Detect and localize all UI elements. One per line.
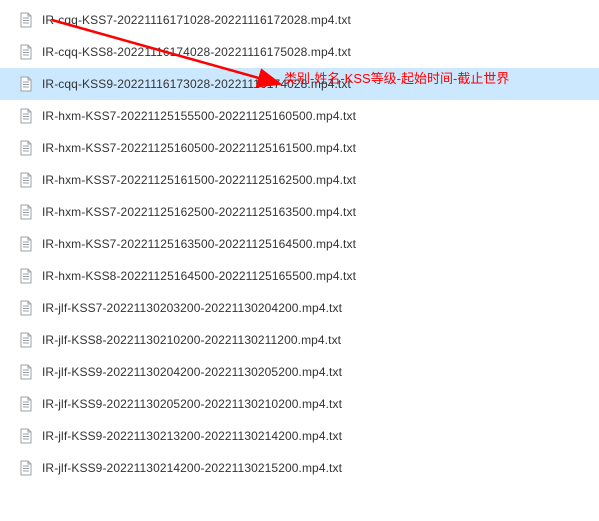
file-name: IR-jlf-KSS9-20221130213200-2022113021420… — [42, 429, 342, 443]
file-row[interactable]: IR-hxm-KSS7-20221125163500-2022112516450… — [0, 228, 599, 260]
file-name: IR-jlf-KSS9-20221130204200-2022113020520… — [42, 365, 342, 379]
text-file-icon — [18, 108, 34, 124]
text-file-icon — [18, 172, 34, 188]
file-name: IR-jlf-KSS9-20221130214200-2022113021520… — [42, 461, 342, 475]
file-name: IR-hxm-KSS7-20221125161500-2022112516250… — [42, 173, 356, 187]
file-row[interactable]: IR-jlf-KSS8-20221130210200-2022113021120… — [0, 324, 599, 356]
text-file-icon — [18, 364, 34, 380]
file-row[interactable]: IR-hxm-KSS7-20221125162500-2022112516350… — [0, 196, 599, 228]
text-file-icon — [18, 140, 34, 156]
text-file-icon — [18, 204, 34, 220]
file-name: IR-cqq-KSS9-20221116173028-2022111617402… — [42, 77, 351, 91]
file-name: IR-hxm-KSS7-20221125160500-2022112516150… — [42, 141, 356, 155]
file-name: IR-hxm-KSS7-20221125163500-2022112516450… — [42, 237, 356, 251]
file-row[interactable]: IR-cqq-KSS7-20221116171028-2022111617202… — [0, 4, 599, 36]
file-name: IR-jlf-KSS7-20221130203200-2022113020420… — [42, 301, 342, 315]
text-file-icon — [18, 44, 34, 60]
file-row[interactable]: IR-hxm-KSS7-20221125160500-2022112516150… — [0, 132, 599, 164]
text-file-icon — [18, 76, 34, 92]
file-row[interactable]: IR-jlf-KSS9-20221130204200-2022113020520… — [0, 356, 599, 388]
file-list: IR-cqq-KSS7-20221116171028-2022111617202… — [0, 0, 599, 484]
file-name: IR-cqq-KSS8-20221116174028-2022111617502… — [42, 45, 351, 59]
text-file-icon — [18, 332, 34, 348]
file-row[interactable]: IR-hxm-KSS8-20221125164500-2022112516550… — [0, 260, 599, 292]
file-name: IR-hxm-KSS8-20221125164500-2022112516550… — [42, 269, 356, 283]
file-name: IR-hxm-KSS7-20221125155500-2022112516050… — [42, 109, 356, 123]
file-name: IR-cqq-KSS7-20221116171028-2022111617202… — [42, 13, 351, 27]
file-row[interactable]: IR-jlf-KSS9-20221130214200-2022113021520… — [0, 452, 599, 484]
file-row[interactable]: IR-hxm-KSS7-20221125161500-2022112516250… — [0, 164, 599, 196]
text-file-icon — [18, 396, 34, 412]
file-row[interactable]: IR-hxm-KSS7-20221125155500-2022112516050… — [0, 100, 599, 132]
file-name: IR-jlf-KSS9-20221130205200-2022113021020… — [42, 397, 342, 411]
text-file-icon — [18, 300, 34, 316]
text-file-icon — [18, 236, 34, 252]
text-file-icon — [18, 428, 34, 444]
file-row[interactable]: IR-jlf-KSS9-20221130213200-2022113021420… — [0, 420, 599, 452]
file-row[interactable]: IR-cqq-KSS9-20221116173028-2022111617402… — [0, 68, 599, 100]
file-name: IR-hxm-KSS7-20221125162500-2022112516350… — [42, 205, 356, 219]
file-row[interactable]: IR-jlf-KSS7-20221130203200-2022113020420… — [0, 292, 599, 324]
file-name: IR-jlf-KSS8-20221130210200-2022113021120… — [42, 333, 341, 347]
text-file-icon — [18, 460, 34, 476]
file-row[interactable]: IR-cqq-KSS8-20221116174028-2022111617502… — [0, 36, 599, 68]
text-file-icon — [18, 12, 34, 28]
file-row[interactable]: IR-jlf-KSS9-20221130205200-2022113021020… — [0, 388, 599, 420]
text-file-icon — [18, 268, 34, 284]
